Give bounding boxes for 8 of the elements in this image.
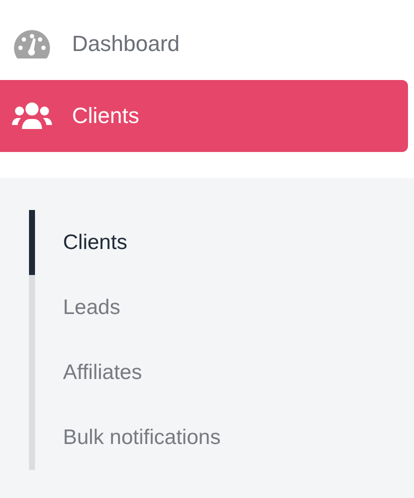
subnav-item[interactable]: Affiliates — [29, 340, 414, 405]
nav-item[interactable]: Dashboard — [0, 8, 408, 80]
subnav-item[interactable]: Clients — [29, 210, 414, 275]
gauge-icon — [12, 28, 52, 60]
nav-item[interactable]: Clients — [0, 80, 408, 152]
users-icon — [12, 101, 52, 131]
subnav-item[interactable]: Leads — [29, 275, 414, 340]
subnav-item[interactable]: Bulk notifications — [29, 405, 414, 470]
